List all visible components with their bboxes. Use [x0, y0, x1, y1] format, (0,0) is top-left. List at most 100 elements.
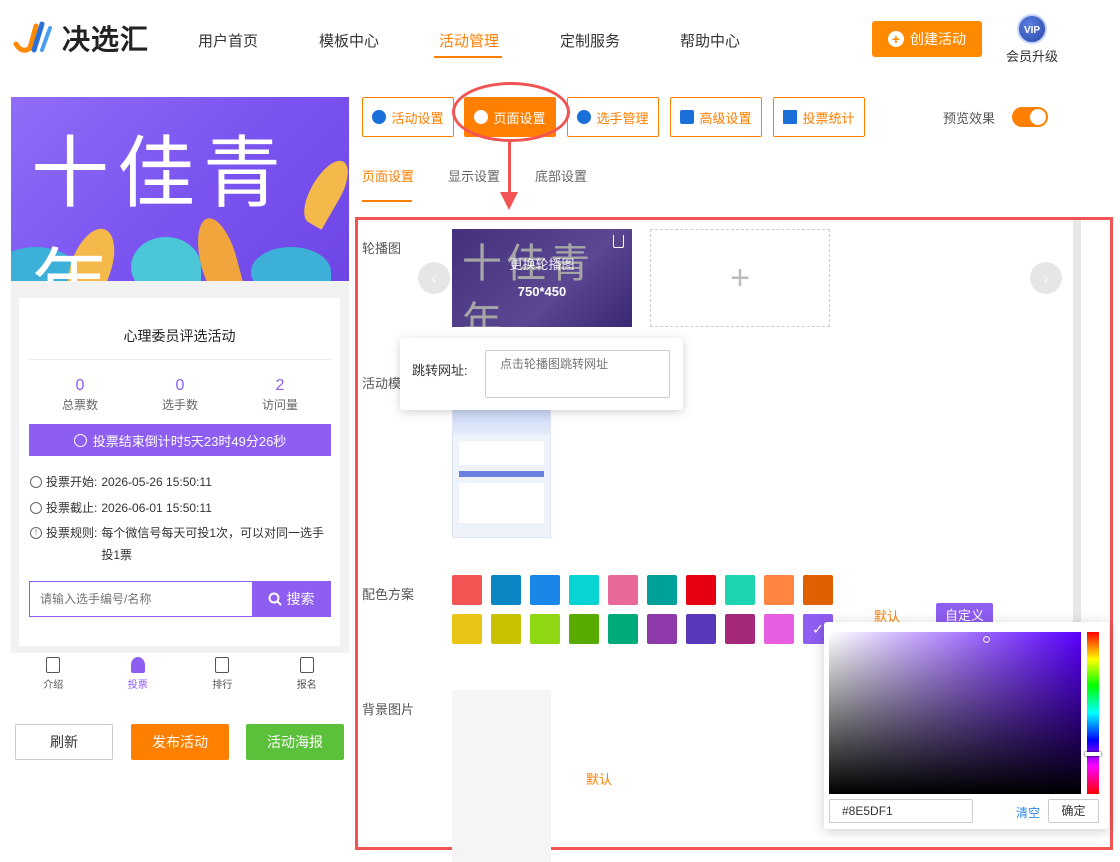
saturation-panel[interactable] — [829, 632, 1081, 794]
link-input[interactable] — [485, 350, 670, 398]
color-swatch[interactable] — [608, 575, 638, 605]
carousel-prev-button[interactable]: ‹ — [418, 262, 450, 294]
color-swatch[interactable] — [647, 614, 677, 644]
carousel-next-button[interactable]: › — [1030, 262, 1062, 294]
template-thumbnail[interactable] — [452, 408, 551, 538]
tabbar-label: 介绍 — [43, 680, 64, 691]
color-swatch[interactable] — [725, 614, 755, 644]
color-swatch[interactable] — [686, 575, 716, 605]
poster-button[interactable]: 活动海报 — [246, 724, 344, 760]
nav-help[interactable]: 帮助中心 — [680, 30, 740, 51]
annotation-ring — [452, 82, 570, 142]
stat-label: 访问量 — [261, 398, 298, 412]
color-swatch[interactable] — [452, 614, 482, 644]
color-swatch[interactable] — [686, 614, 716, 644]
stat-value: 0 — [75, 377, 85, 394]
vote-end-label: 投票截止: — [46, 501, 98, 515]
phone-header — [453, 409, 550, 435]
vip-icon: VIP — [1017, 14, 1047, 44]
tool-label: 选手管理 — [596, 110, 649, 126]
background-image-thumbnail[interactable] — [452, 690, 551, 862]
clock-icon — [73, 433, 87, 447]
tab-activity-settings[interactable]: 活动设置 — [362, 97, 454, 137]
users-icon — [577, 110, 592, 124]
color-swatch[interactable] — [530, 575, 560, 605]
tabbar-label: 投票 — [127, 680, 148, 691]
tab-vote-statistics[interactable]: 投票统计 — [773, 97, 865, 137]
subtab-page-settings[interactable]: 页面设置 — [362, 166, 414, 185]
tabbar-signup[interactable]: 报名 — [265, 653, 350, 695]
vip-upgrade[interactable]: VIP 会员升级 — [1004, 14, 1060, 65]
color-swatch[interactable] — [530, 614, 560, 644]
color-swatch[interactable] — [725, 575, 755, 605]
search-input[interactable] — [30, 582, 252, 616]
phone-info — [459, 483, 544, 523]
saturation-cursor[interactable] — [983, 636, 990, 643]
tabbar-rank[interactable]: 排行 — [180, 653, 265, 695]
background-image-label: 背景图片 — [362, 702, 415, 717]
color-swatch[interactable] — [569, 614, 599, 644]
vote-rule-value: 每个微信号每天可投1次，可以对同一选手投1票 — [101, 526, 325, 562]
clock-icon — [30, 502, 42, 514]
tabbar-label: 报名 — [296, 680, 317, 691]
subtab-display-settings[interactable]: 显示设置 — [448, 166, 500, 185]
create-activity-button[interactable]: + 创建活动 — [872, 21, 982, 57]
color-swatch[interactable] — [608, 614, 638, 644]
clock-icon — [30, 476, 42, 488]
publish-button[interactable]: 发布活动 — [131, 724, 229, 760]
color-swatch[interactable] — [647, 575, 677, 605]
annotation-arrow-line — [508, 140, 511, 196]
tool-label: 活动设置 — [391, 110, 444, 126]
refresh-button[interactable]: 刷新 — [15, 724, 113, 760]
hue-thumb[interactable] — [1085, 752, 1101, 756]
subtab-footer-settings[interactable]: 底部设置 — [535, 166, 587, 185]
color-swatch[interactable] — [764, 614, 794, 644]
logo-text: 决选汇 — [62, 24, 150, 55]
nav-home[interactable]: 用户首页 — [198, 30, 258, 51]
tool-label: 高级设置 — [699, 110, 752, 126]
nav-custom-service[interactable]: 定制服务 — [560, 30, 620, 51]
clear-button[interactable]: 清空 — [1016, 804, 1040, 821]
stat-contestants: 0 选手数 — [130, 377, 230, 413]
phone-card — [459, 441, 544, 465]
scrollbar[interactable] — [1073, 220, 1081, 640]
color-swatch[interactable] — [569, 575, 599, 605]
sliders-icon — [680, 110, 695, 124]
tabbar-vote[interactable]: 投票 — [96, 653, 181, 695]
tab-contestant-management[interactable]: 选手管理 — [567, 97, 659, 137]
nav-templates[interactable]: 模板中心 — [319, 30, 379, 51]
logo[interactable]: 决选汇 — [12, 18, 149, 58]
intro-icon — [46, 657, 61, 673]
chevron-right-icon: › — [1043, 270, 1049, 286]
tab-advanced-settings[interactable]: 高级设置 — [670, 97, 762, 137]
nav-activity-management[interactable]: 活动管理 — [439, 30, 499, 51]
add-carousel-button[interactable]: + — [650, 229, 830, 327]
color-swatch[interactable] — [764, 575, 794, 605]
color-swatch[interactable] — [452, 575, 482, 605]
color-swatch[interactable] — [803, 575, 833, 605]
activity-title: 心理委员评选活动 — [123, 328, 236, 344]
vote-end-value: 2026-06-01 15:50:11 — [101, 501, 212, 515]
color-swatches-row1 — [452, 575, 833, 605]
confirm-button[interactable]: 确定 — [1048, 799, 1099, 823]
hex-input[interactable] — [829, 799, 973, 823]
preview-toggle[interactable] — [1012, 107, 1048, 127]
hue-slider[interactable] — [1085, 632, 1101, 794]
toggle-knob — [1030, 109, 1046, 125]
vip-label: 会员升级 — [1005, 49, 1058, 64]
background-default-option[interactable]: 默认 — [586, 769, 612, 788]
carousel-image[interactable]: 十佳青年 更换轮播图 750*450 — [452, 229, 632, 327]
color-swatch[interactable] — [491, 575, 521, 605]
logo-icon — [13, 21, 52, 53]
vote-end-row: 投票截止: 2026-06-01 15:50:11 — [30, 497, 330, 519]
search-button[interactable]: 搜索 — [252, 582, 330, 616]
vote-rule-row: ! 投票规则: 每个微信号每天可投1次，可以对同一选手投1票 — [30, 522, 330, 566]
color-swatch[interactable] — [491, 614, 521, 644]
tabbar-label: 排行 — [212, 680, 233, 691]
replace-carousel-text[interactable]: 更换轮播图 — [452, 254, 632, 273]
tool-label: 投票统计 — [802, 110, 855, 126]
color-swatches-row2: ✓ — [452, 614, 833, 644]
banner-title: 十佳青年 — [31, 129, 290, 281]
tabbar-intro[interactable]: 介绍 — [11, 653, 96, 695]
trash-icon[interactable] — [613, 235, 624, 248]
